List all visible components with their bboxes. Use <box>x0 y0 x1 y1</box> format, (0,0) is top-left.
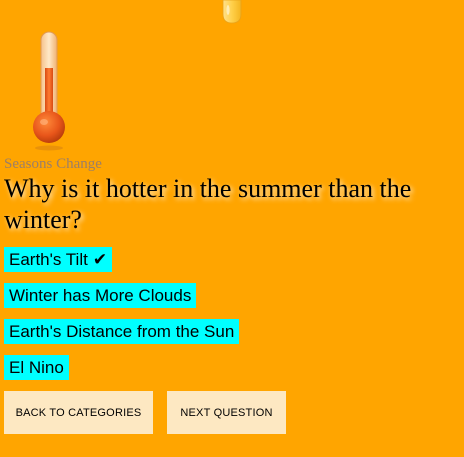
answer-option-earths-tilt[interactable]: Earth's Tilt ✔ <box>4 247 113 272</box>
answer-label: Winter has More Clouds <box>9 286 192 305</box>
next-question-button[interactable]: NEXT QUESTION <box>167 391 286 434</box>
answer-list: Earth's Tilt ✔ Winter has More Clouds Ear… <box>4 247 240 391</box>
category-label: Seasons Change <box>4 156 102 172</box>
back-to-categories-button[interactable]: BACK TO CATEGORIES <box>4 391 153 434</box>
droplet-icon <box>222 0 242 24</box>
question-text: Why is it hotter in the summer than the … <box>4 174 412 234</box>
answer-option-winter-clouds[interactable]: Winter has More Clouds <box>4 283 197 308</box>
answer-label: Earth's Distance from the Sun <box>9 322 235 341</box>
checkmark-icon: ✔ <box>92 250 108 270</box>
answer-label: Earth's Tilt <box>9 250 88 269</box>
thermometer-icon <box>33 31 65 151</box>
answer-option-earth-distance[interactable]: Earth's Distance from the Sun <box>4 319 240 344</box>
answer-label: El Nino <box>9 358 64 377</box>
answer-option-el-nino[interactable]: El Nino <box>4 355 69 380</box>
